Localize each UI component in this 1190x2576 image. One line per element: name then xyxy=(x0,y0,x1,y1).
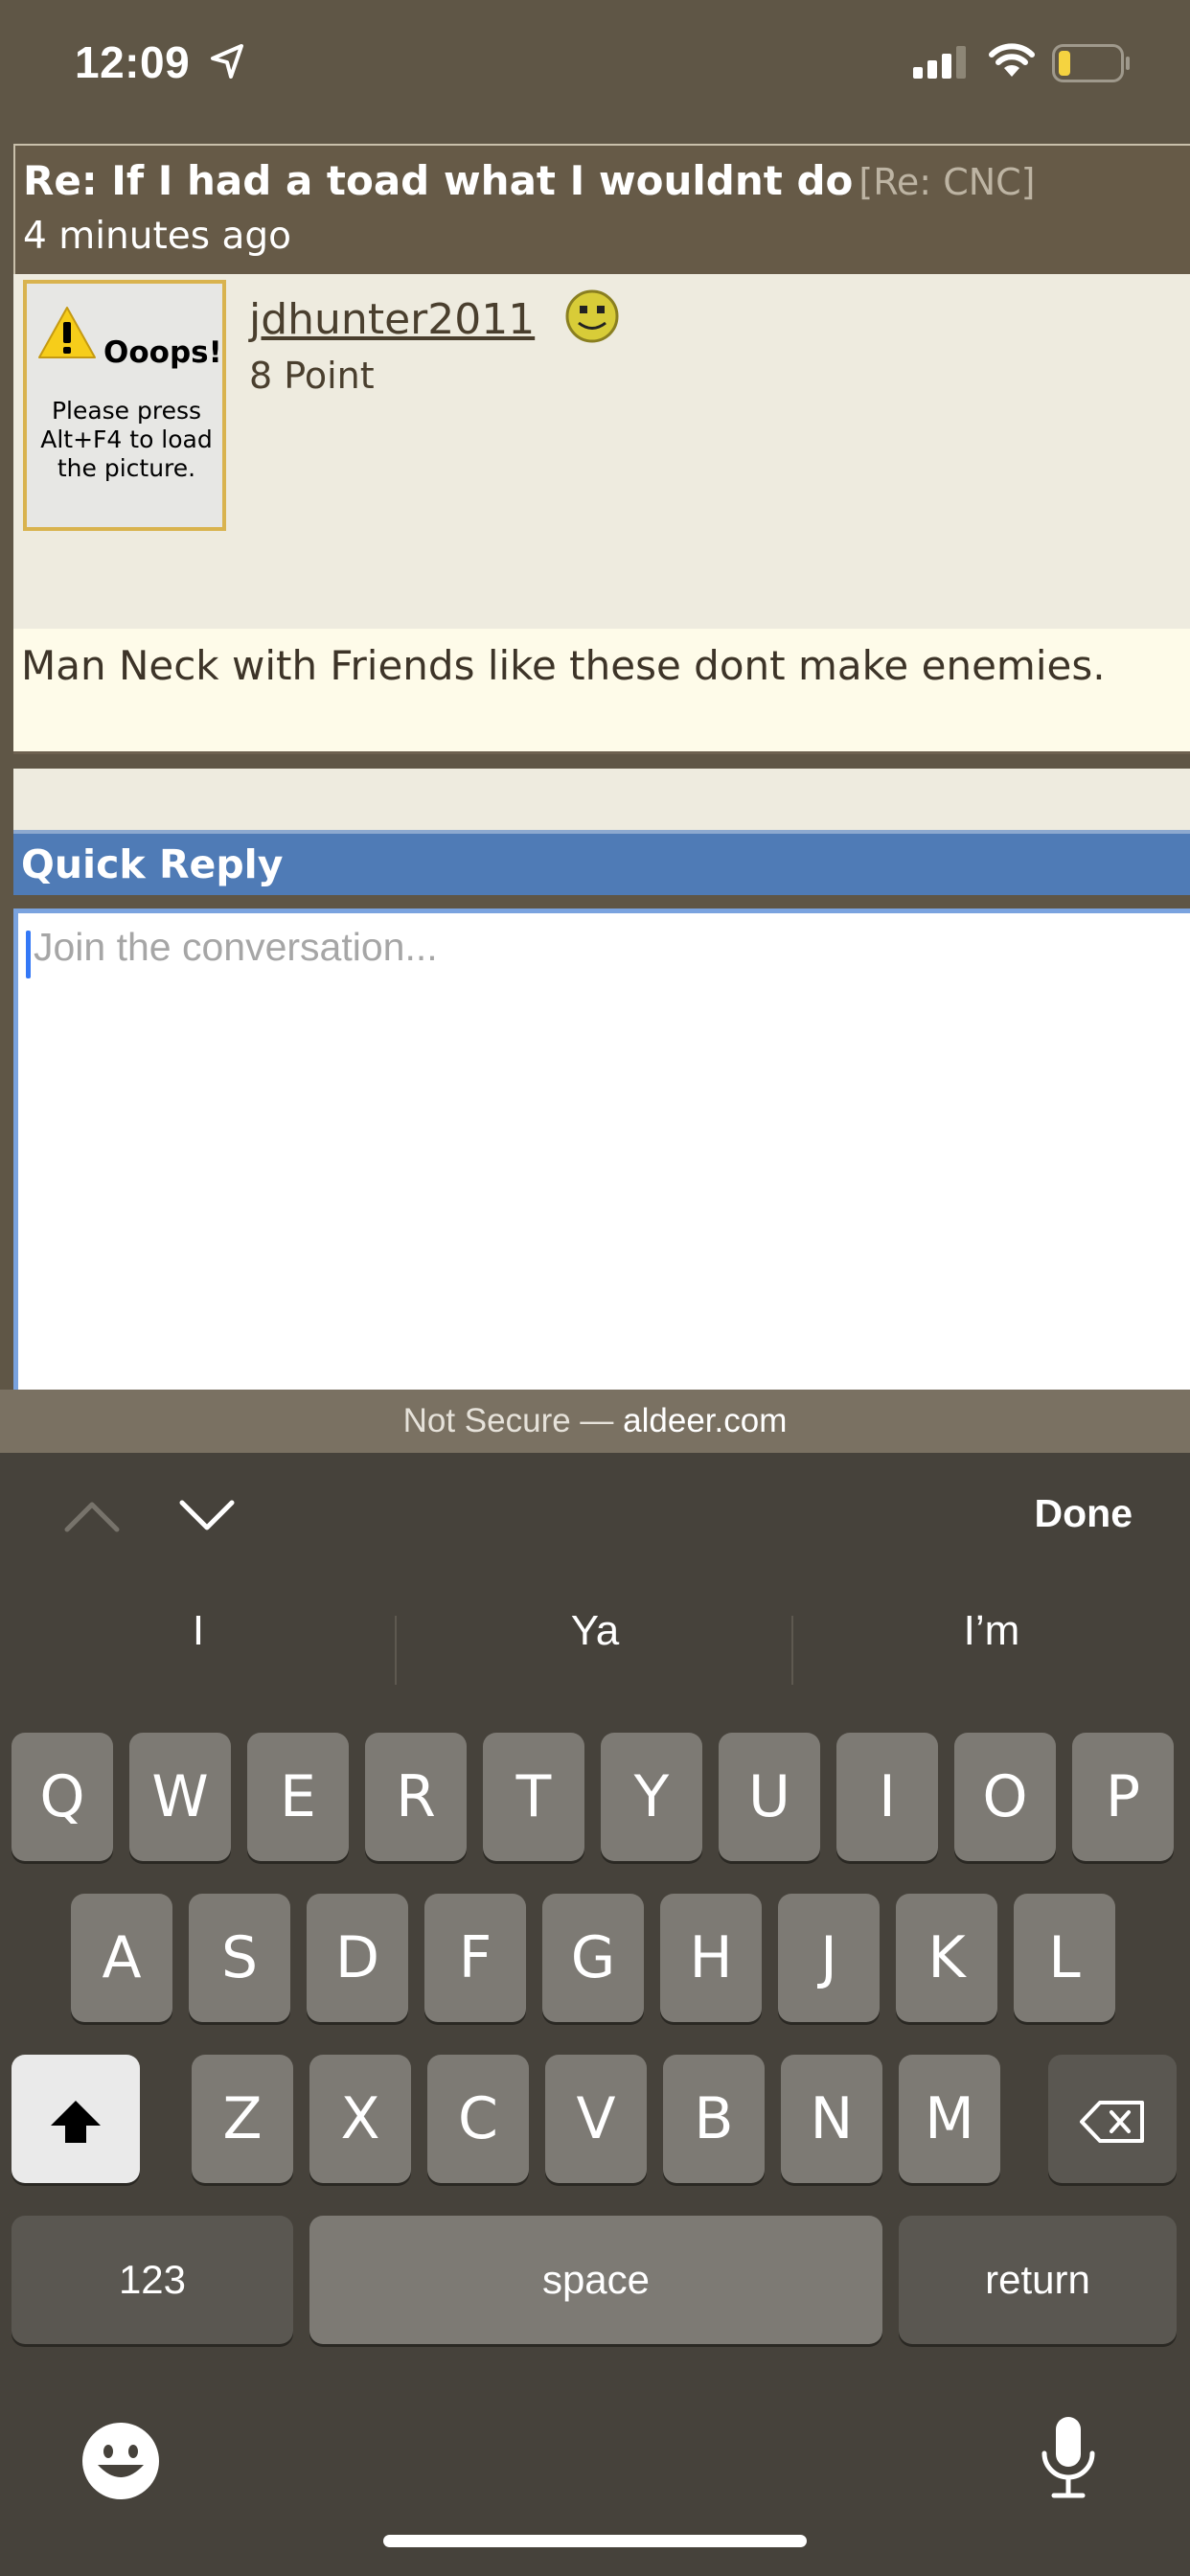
quick-reply-textarea[interactable]: Join the conversation... xyxy=(13,908,1190,1393)
status-time: 12:09 xyxy=(75,37,191,87)
smiley-icon xyxy=(565,289,619,343)
post-timestamp: 4 minutes ago xyxy=(23,215,291,258)
quick-reply-title: Quick Reply xyxy=(21,841,284,887)
key-u[interactable]: U xyxy=(719,1733,820,1861)
cellular-signal-icon xyxy=(913,46,966,79)
return-key[interactable]: return xyxy=(899,2216,1177,2344)
key-x[interactable]: X xyxy=(309,2055,411,2183)
post-tag: [Re: CNC] xyxy=(858,161,1036,203)
key-i[interactable]: I xyxy=(836,1733,938,1861)
forum-post: Re: If I had a toad what I wouldnt do [Re… xyxy=(13,144,1190,843)
microphone-icon[interactable] xyxy=(1035,2413,1102,2501)
post-username[interactable]: jdhunter2011 xyxy=(249,295,535,344)
quick-reply-placeholder: Join the conversation... xyxy=(34,925,438,969)
avatar-error-message: Please press Alt+F4 to load the picture. xyxy=(40,397,213,482)
key-m[interactable]: M xyxy=(899,2055,1000,2183)
post-header: Re: If I had a toad what I wouldnt do [Re… xyxy=(13,144,1190,274)
post-author-area: Ooops! Please press Alt+F4 to load the p… xyxy=(13,274,1190,754)
avatar-error-heading: Ooops! xyxy=(103,335,222,370)
key-f[interactable]: F xyxy=(424,1894,526,2022)
key-a[interactable]: A xyxy=(71,1894,172,2022)
backspace-icon xyxy=(1080,2101,1144,2144)
user-points: 8 Point xyxy=(249,355,375,397)
key-q[interactable]: Q xyxy=(11,1733,113,1861)
shift-key[interactable] xyxy=(11,2055,140,2183)
safari-url-bar[interactable]: Not Secure — aldeer.com xyxy=(0,1390,1190,1453)
text-cursor xyxy=(26,931,31,978)
key-y[interactable]: Y xyxy=(601,1733,702,1861)
url-security-label: Not Secure — xyxy=(402,1402,624,1439)
delete-key[interactable] xyxy=(1048,2055,1177,2183)
prediction-1[interactable]: I xyxy=(0,1593,397,1669)
key-g[interactable]: G xyxy=(542,1894,644,2022)
key-o[interactable]: O xyxy=(954,1733,1056,1861)
next-field-icon[interactable] xyxy=(176,1497,238,1535)
key-w[interactable]: W xyxy=(129,1733,231,1861)
key-e[interactable]: E xyxy=(247,1733,349,1861)
key-d[interactable]: D xyxy=(307,1894,408,2022)
key-z[interactable]: Z xyxy=(192,2055,293,2183)
key-r[interactable]: R xyxy=(365,1733,467,1861)
keyboard: Done I Ya I’m Q W E R T Y U I O P A S D … xyxy=(0,1453,1190,2576)
status-bar: 12:09 xyxy=(0,0,1190,134)
key-n[interactable]: N xyxy=(781,2055,882,2183)
space-key[interactable]: space xyxy=(309,2216,882,2344)
key-t[interactable]: T xyxy=(483,1733,584,1861)
battery-icon xyxy=(1052,44,1130,82)
post-body-text: Man Neck with Friends like these dont ma… xyxy=(21,642,1106,689)
prediction-2[interactable]: Ya xyxy=(397,1593,793,1669)
post-body: Man Neck with Friends like these dont ma… xyxy=(13,629,1190,754)
key-c[interactable]: C xyxy=(427,2055,529,2183)
prediction-3[interactable]: I’m xyxy=(793,1593,1190,1669)
emoji-icon[interactable] xyxy=(80,2421,161,2501)
key-j[interactable]: J xyxy=(778,1894,880,2022)
key-l[interactable]: L xyxy=(1014,1894,1115,2022)
key-k[interactable]: K xyxy=(896,1894,997,2022)
quick-reply-header: Quick Reply xyxy=(13,830,1190,895)
warning-icon xyxy=(38,307,96,358)
quick-reply-panel: Quick Reply Join the conversation... xyxy=(13,830,1190,1393)
previous-field-icon[interactable] xyxy=(61,1497,123,1535)
home-indicator[interactable] xyxy=(383,2535,807,2547)
post-title-text: Re: If I had a toad what I wouldnt do xyxy=(23,157,854,204)
shift-arrow-icon xyxy=(51,2101,101,2144)
key-p[interactable]: P xyxy=(1072,1733,1174,1861)
key-h[interactable]: H xyxy=(660,1894,762,2022)
location-arrow-icon xyxy=(211,44,243,79)
key-v[interactable]: V xyxy=(545,2055,647,2183)
key-b[interactable]: B xyxy=(663,2055,765,2183)
numbers-key[interactable]: 123 xyxy=(11,2216,293,2344)
post-title[interactable]: Re: If I had a toad what I wouldnt do [Re… xyxy=(23,157,1036,204)
avatar[interactable]: Ooops! Please press Alt+F4 to load the p… xyxy=(23,280,226,531)
wifi-icon xyxy=(989,43,1035,77)
done-button[interactable]: Done xyxy=(1035,1491,1133,1536)
key-s[interactable]: S xyxy=(189,1894,290,2022)
url-domain: aldeer.com xyxy=(623,1402,788,1439)
